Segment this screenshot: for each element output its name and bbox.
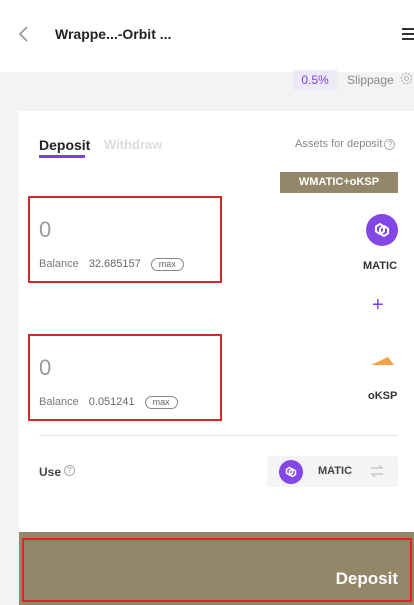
tab-withdraw[interactable]: Withdraw [104,137,162,152]
slippage-row: 0.5% Slippage [0,69,414,91]
balance-row: Balance 0.051241 max [39,396,178,409]
back-button[interactable] [12,22,36,46]
amount-value[interactable]: 0 [39,355,51,381]
balance-row: Balance 32.685157 max [39,258,184,271]
slippage-label: Slippage [347,73,394,87]
balance-value: 32.685157 [88,258,141,270]
help-icon[interactable]: ? [64,465,75,476]
polygon-icon [375,222,389,238]
oksp-token-name: oKSP [368,390,398,402]
polygon-icon [285,466,297,478]
matic-token-icon [279,460,303,484]
matic-token-icon [366,214,398,246]
plus-icon: + [372,294,384,316]
assets-label: Assets for deposit [295,138,383,150]
oksp-token-icon [366,344,398,376]
oksp-logo-icon [371,357,394,365]
deposit-button[interactable]: Deposit [19,532,414,605]
active-tab-indicator [39,155,85,158]
hamburger-menu-icon [402,28,414,30]
oksp-amount-input[interactable]: 0 Balance 0.051241 max [28,334,222,421]
matic-token-name: MATIC [363,260,398,272]
tab-deposit[interactable]: Deposit [39,137,90,153]
app-header: Wrappe...-Orbit ... [0,0,414,72]
balance-label: Balance [39,396,79,408]
balance-label: Balance [39,258,79,270]
menu-button[interactable] [400,26,414,42]
page-title: Wrappe...-Orbit ... [55,26,172,42]
swap-arrows-icon[interactable] [369,463,385,479]
amount-value[interactable]: 0 [39,217,51,243]
deposit-button-label: Deposit [335,569,398,588]
divider [39,435,398,436]
use-token-name: MATIC [318,465,353,477]
use-token-selector[interactable]: MATIC [267,456,398,487]
max-button[interactable]: max [150,258,184,271]
balance-value: 0.051241 [88,396,135,408]
deposit-card: Deposit Withdraw Assets for deposit? WMA… [19,111,414,605]
assets-for-deposit: Assets for deposit? [295,138,396,150]
slippage-value[interactable]: 0.5% [293,70,337,90]
pair-badge: WMATIC+oKSP [280,172,398,193]
help-icon[interactable]: ? [384,138,396,150]
max-button[interactable]: max [144,396,178,409]
gear-icon[interactable] [399,71,414,86]
matic-amount-input[interactable]: 0 Balance 32.685157 max [28,196,222,283]
chevron-left-icon [18,26,28,42]
use-label: Use [39,465,62,479]
